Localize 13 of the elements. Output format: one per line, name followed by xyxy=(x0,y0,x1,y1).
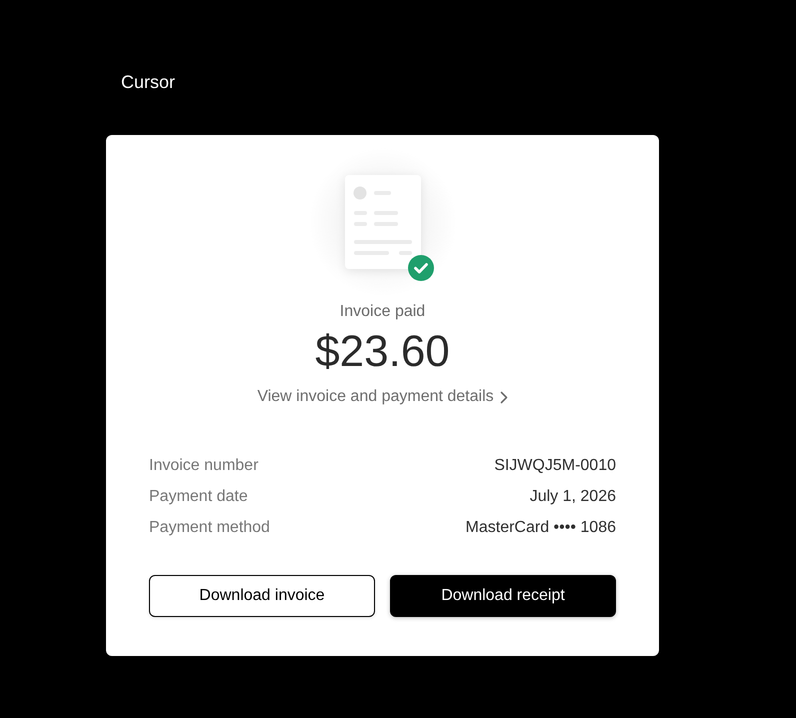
app-name: Cursor xyxy=(121,71,176,94)
view-details-link[interactable]: View invoice and payment details xyxy=(257,385,508,409)
download-invoice-button[interactable]: Download invoice xyxy=(149,575,375,617)
status-text: Invoice paid xyxy=(340,302,426,322)
amount-text: $23.60 xyxy=(315,330,450,374)
detail-value: July 1, 2026 xyxy=(530,486,616,506)
detail-value: MasterCard •••• 1086 xyxy=(466,518,616,538)
detail-value: SIJWQJ5M-0010 xyxy=(494,456,616,476)
chevron-right-icon xyxy=(500,390,508,404)
detail-label: Invoice number xyxy=(149,456,258,476)
detail-label: Payment date xyxy=(149,486,248,506)
download-receipt-button[interactable]: Download receipt xyxy=(390,575,616,617)
detail-label: Payment method xyxy=(149,518,270,538)
